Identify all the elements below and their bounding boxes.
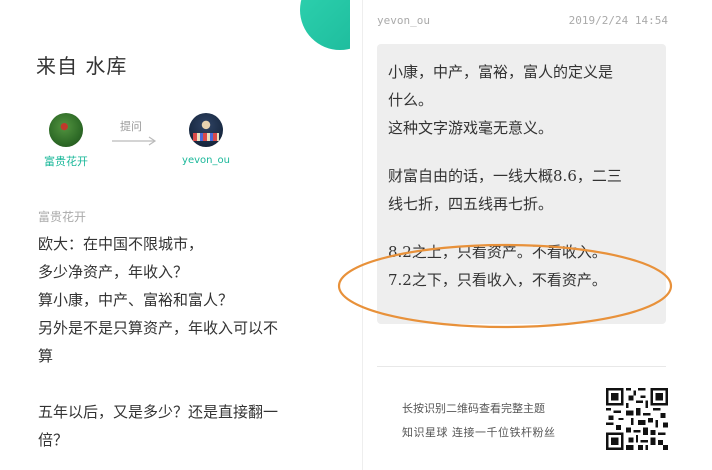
answer-line: 财富自由的话，一线大概8.6，二三 [388, 167, 622, 185]
answerer-profile[interactable]: yevon_ou [178, 113, 234, 166]
question-line: 多少净资产，年收入？ [38, 263, 189, 281]
answer-username[interactable]: yevon_ou [377, 14, 430, 27]
ask-label: 提问 [120, 120, 142, 133]
question-author: 富贵花开 [38, 210, 87, 224]
question-line: 另外是不是只算资产，年收入可以不 [38, 319, 279, 337]
corner-decoration [300, 0, 350, 50]
answer-line: 小康，中产，富裕，富人的定义是 [388, 63, 614, 81]
question-card: 来自 水库 富贵花开 提问 yevon_ou 富贵花开 欧大：在中国不限城市， … [0, 0, 350, 470]
asker-profile[interactable]: 富贵花开 [36, 113, 96, 169]
answer-line: 什么。 [388, 91, 434, 109]
question-line: 倍？ [38, 431, 69, 449]
footer-divider [377, 366, 666, 367]
arrow-right-icon [112, 136, 157, 146]
answerer-avatar[interactable] [189, 113, 223, 147]
question-line: 五年以后，又是多少？还是直接翻一 [38, 403, 279, 421]
source-title: 来自 水库 [36, 54, 128, 78]
answer-timestamp: 2019/2/24 14:54 [568, 14, 668, 27]
question-body: 欧大：在中国不限城市， 多少净资产，年收入？ 算小康，中产、富裕和富人？ 另外是… [38, 230, 328, 454]
answer-line: 线七折，四五线再七折。 [388, 195, 554, 213]
highlight-ellipse [337, 243, 673, 329]
asker-avatar[interactable] [49, 113, 83, 147]
question-line: 欧大：在中国不限城市， [38, 235, 204, 253]
footer-scan-hint: 长按识别二维码查看完整主题 [402, 402, 545, 415]
question-line: 算 [38, 347, 54, 365]
footer-slogan: 知识星球 连接一千位铁杆粉丝 [402, 426, 556, 439]
qr-code-icon[interactable] [606, 388, 668, 450]
question-line: 算小康，中产、富裕和富人？ [38, 291, 234, 309]
answerer-name[interactable]: yevon_ou [178, 155, 234, 166]
answer-line: 这种文字游戏毫无意义。 [388, 119, 554, 137]
answer-card: yevon_ou 2019/2/24 14:54 小康，中产，富裕，富人的定义是… [362, 0, 676, 470]
asker-name[interactable]: 富贵花开 [36, 153, 96, 169]
